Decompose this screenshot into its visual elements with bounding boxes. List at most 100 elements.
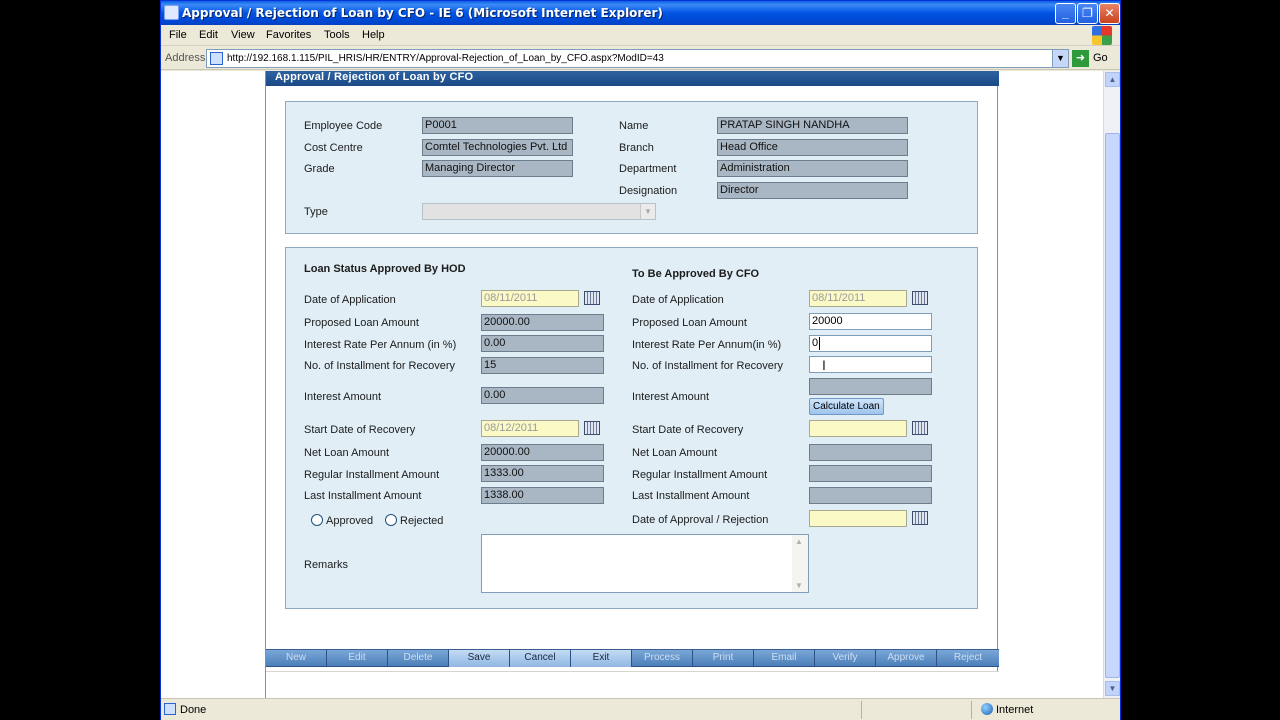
cfo-start-label: Start Date of Recovery [632, 424, 744, 436]
loan-panel: Loan Status Approved By HOD Date of Appl… [285, 247, 978, 609]
designation-label: Designation [619, 185, 678, 197]
cfo-heading: To Be Approved By CFO [632, 268, 760, 280]
email-button[interactable]: Email [754, 650, 815, 667]
menu-tools[interactable]: Tools [324, 29, 350, 41]
text-caret [819, 337, 820, 350]
hod-net-field: 20000.00 [481, 444, 604, 461]
remarks-scrollbar[interactable]: ▲ ▼ [792, 535, 808, 592]
hod-interest-label: Interest Amount [304, 391, 382, 403]
print-button[interactable]: Print [693, 650, 754, 667]
cfo-net-label: Net Loan Amount [632, 447, 718, 459]
cfo-amount-input[interactable]: 20000 [809, 313, 932, 330]
exit-button[interactable]: Exit [571, 650, 632, 667]
hod-rate-label: Interest Rate Per Annum (in %) [304, 339, 457, 351]
cfo-date-field[interactable]: 08/11/2011 [809, 290, 907, 307]
page-done-icon [164, 703, 176, 715]
delete-button[interactable]: Delete [388, 650, 449, 667]
branch-field: Head Office [717, 139, 908, 156]
scroll-down-icon[interactable]: ▼ [795, 581, 803, 590]
process-button[interactable]: Process [632, 650, 693, 667]
hod-inst-field: 15 [481, 357, 604, 374]
hod-regular-field: 1333.00 [481, 465, 604, 482]
hod-last-field: 1338.00 [481, 487, 604, 504]
employee-code-field: P0001 [422, 117, 573, 134]
cost-centre-label: Cost Centre [304, 142, 363, 154]
hod-net-label: Net Loan Amount [304, 447, 390, 459]
loan-form-page: Approval / Rejection of Loan by CFO Empl… [265, 71, 999, 698]
windows-logo-icon [1092, 26, 1112, 45]
status-divider [861, 701, 862, 719]
new-button[interactable]: New [266, 650, 327, 667]
title-bar: Approval / Rejection of Loan by CFO - IE… [161, 1, 1120, 25]
status-bar: Done Internet [161, 698, 1120, 720]
menu-file[interactable]: File [169, 29, 187, 41]
hod-heading: Loan Status Approved By HOD [304, 263, 466, 275]
menu-favorites[interactable]: Favorites [266, 29, 311, 41]
cfo-amount-label: Proposed Loan Amount [632, 317, 747, 329]
calendar-icon[interactable] [584, 291, 600, 305]
hod-last-label: Last Installment Amount [304, 490, 422, 502]
calendar-icon[interactable] [584, 421, 600, 435]
address-dropdown-icon[interactable]: ▼ [1052, 50, 1068, 67]
calculate-loan-button[interactable]: Calculate Loan [809, 398, 884, 415]
calendar-icon[interactable] [912, 511, 928, 525]
cancel-button[interactable]: Cancel [510, 650, 571, 667]
cfo-regular-label: Regular Installment Amount [632, 469, 768, 481]
calendar-icon[interactable] [912, 421, 928, 435]
grade-label: Grade [304, 163, 335, 175]
restore-button[interactable]: ❐ [1077, 3, 1098, 24]
cfo-last-field [809, 487, 932, 504]
approve-button[interactable]: Approve [876, 650, 937, 667]
address-url[interactable]: http://192.168.1.115/PIL_HRIS/HR/ENTRY/A… [227, 53, 664, 64]
employee-panel: Employee Code P0001 Cost Centre Comtel T… [285, 101, 978, 234]
employee-code-label: Employee Code [304, 120, 383, 132]
type-select[interactable]: ▼ [422, 203, 656, 220]
minimize-button[interactable]: _ [1055, 3, 1076, 24]
designation-field: Director [717, 182, 908, 199]
hod-rate-field: 0.00 [481, 335, 604, 352]
menu-edit[interactable]: Edit [199, 29, 218, 41]
remarks-textarea[interactable]: ▲ ▼ [481, 534, 809, 593]
menu-bar: File Edit View Favorites Tools Help [161, 25, 1120, 46]
cfo-inst-input[interactable] [809, 356, 932, 373]
name-field: PRATAP SINGH NANDHA [717, 117, 908, 134]
hod-date-field: 08/11/2011 [481, 290, 579, 307]
rejected-radio[interactable] [385, 514, 397, 526]
approved-radio[interactable] [311, 514, 323, 526]
close-button[interactable]: ✕ [1099, 3, 1120, 24]
calendar-icon[interactable] [912, 291, 928, 305]
cfo-rate-input[interactable]: 0 [809, 335, 932, 352]
vertical-scrollbar[interactable]: ▲ ▼ [1103, 71, 1120, 698]
page-viewport: Approval / Rejection of Loan by CFO Empl… [161, 71, 1103, 698]
cfo-net-field [809, 444, 932, 461]
cfo-interest-label: Interest Amount [632, 391, 710, 403]
hod-inst-label: No. of Installment for Recovery [304, 360, 456, 372]
scroll-up-icon[interactable]: ▲ [1105, 72, 1120, 87]
go-arrow-icon[interactable]: ➜ [1072, 50, 1089, 67]
page-title: Approval / Rejection of Loan by CFO [266, 71, 999, 86]
address-input[interactable]: http://192.168.1.115/PIL_HRIS/HR/ENTRY/A… [206, 49, 1069, 68]
edit-button[interactable]: Edit [327, 650, 388, 667]
hod-date-label: Date of Application [304, 294, 396, 306]
grade-field: Managing Director [422, 160, 573, 177]
chevron-down-icon: ▼ [640, 204, 655, 219]
remarks-label: Remarks [304, 559, 349, 571]
cfo-last-label: Last Installment Amount [632, 490, 750, 502]
approval-date-field[interactable] [809, 510, 907, 527]
scroll-thumb[interactable] [1105, 133, 1120, 678]
close-icon: ✕ [1104, 6, 1115, 20]
name-label: Name [619, 120, 649, 132]
hod-interest-field: 0.00 [481, 387, 604, 404]
verify-button[interactable]: Verify [815, 650, 876, 667]
cfo-start-field[interactable] [809, 420, 907, 437]
minimize-icon: _ [1062, 6, 1069, 20]
save-button[interactable]: Save [449, 650, 510, 667]
menu-help[interactable]: Help [362, 29, 385, 41]
menu-view[interactable]: View [231, 29, 255, 41]
approval-date-label: Date of Approval / Rejection [632, 514, 769, 526]
scroll-up-icon[interactable]: ▲ [795, 537, 803, 546]
window-title: Approval / Rejection of Loan by CFO - IE… [182, 6, 663, 20]
go-button[interactable]: Go [1093, 52, 1108, 64]
reject-button[interactable]: Reject [937, 650, 999, 667]
scroll-down-icon[interactable]: ▼ [1105, 681, 1120, 696]
